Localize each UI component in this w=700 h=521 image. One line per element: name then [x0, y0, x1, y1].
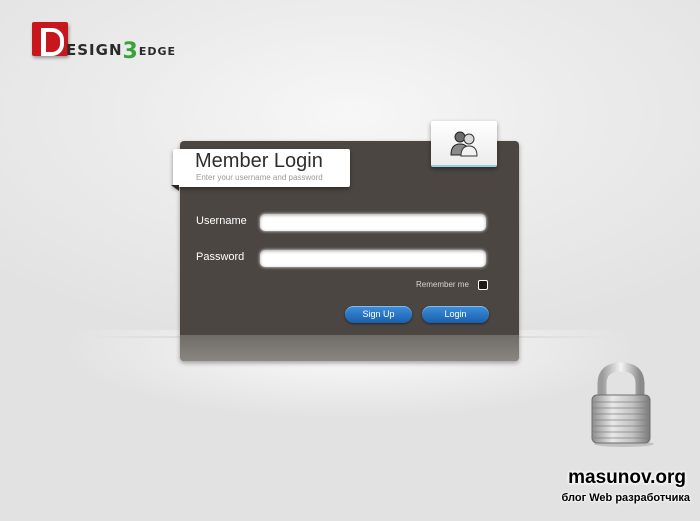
logo-text-main: ESIGN: [66, 41, 123, 59]
remember-me-label: Remember me: [416, 280, 469, 289]
login-title: Member Login: [195, 150, 323, 172]
login-panel-footer: [180, 335, 519, 361]
logo-wordmark: ESIGN3EDGE: [66, 36, 177, 64]
login-subtitle: Enter your username and password: [196, 173, 323, 182]
watermark-title: masunov.org: [568, 467, 686, 488]
users-icon: [450, 131, 478, 157]
logo-d-mark: [32, 22, 68, 56]
login-button[interactable]: Login: [422, 306, 489, 323]
remember-me-checkbox[interactable]: [478, 280, 488, 290]
username-label: Username: [196, 215, 247, 227]
watermark-subtitle: блог Web разработчика: [561, 492, 690, 504]
password-input[interactable]: [260, 250, 486, 267]
logo-text-edge: EDGE: [138, 45, 177, 58]
password-label: Password: [196, 251, 245, 263]
logo-text-three: 3: [122, 39, 139, 64]
design3edge-logo[interactable]: ESIGN3EDGE: [32, 18, 202, 64]
padlock-icon: [591, 362, 654, 447]
signup-button[interactable]: Sign Up: [345, 306, 412, 323]
login-title-tab: Member Login Enter your username and pas…: [171, 149, 350, 191]
username-input[interactable]: [260, 214, 486, 231]
users-icon-card: [431, 121, 497, 167]
